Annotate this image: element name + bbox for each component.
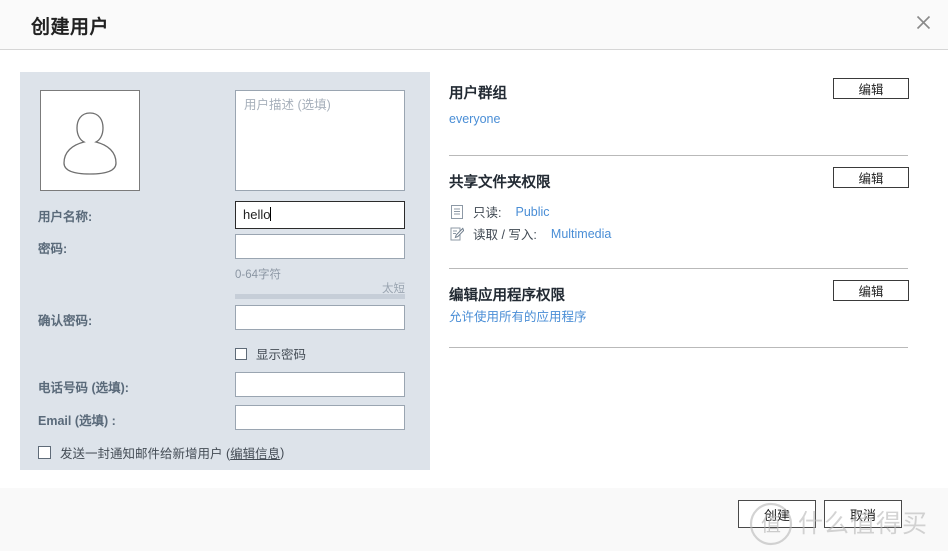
read-write-icon [449, 226, 464, 241]
section-divider-3 [449, 347, 908, 348]
section-title-user-group: 用户群组 [449, 86, 507, 102]
user-info-panel: 用户描述 (选填) 用户名称: hello 密码: 0-64字符 太短 确认密码… [20, 72, 430, 470]
user-description-input[interactable]: 用户描述 (选填) [235, 90, 405, 191]
footer-button-group: 创建 取消 [738, 488, 902, 551]
notify-mail-checkbox-row[interactable]: 发送一封通知邮件给新增用户 (编辑信息) [38, 443, 284, 462]
email-label: Email (选填) : [38, 414, 116, 428]
user-avatar-icon[interactable] [40, 90, 140, 191]
email-input[interactable] [235, 405, 405, 430]
section-divider-2 [449, 268, 908, 269]
edit-app-permission-button[interactable]: 编辑 [833, 280, 909, 301]
create-button[interactable]: 创建 [738, 500, 816, 528]
app-permission-link[interactable]: 允许使用所有的应用程序 [449, 306, 587, 325]
read-only-icon [449, 204, 464, 219]
notify-mail-checkbox[interactable] [38, 446, 51, 459]
edit-shared-folder-button[interactable]: 编辑 [833, 167, 909, 188]
password-hint: 0-64字符 [235, 269, 282, 281]
read-only-label: 只读: [473, 206, 502, 220]
confirm-password-input[interactable] [235, 305, 405, 330]
notify-mail-label-after: ) [280, 445, 285, 460]
edit-user-group-button[interactable]: 编辑 [833, 78, 909, 99]
username-value: hello [243, 207, 271, 222]
section-divider-1 [449, 155, 908, 156]
user-group-link-everyone[interactable]: everyone [449, 112, 500, 126]
username-label: 用户名称: [38, 210, 93, 224]
create-user-dialog: 创建用户 用户描述 (选填) 用户名称: hello 密码: 0-64字符 太短 [0, 0, 948, 551]
password-input[interactable] [235, 234, 405, 259]
read-write-value[interactable]: Multimedia [551, 227, 611, 241]
close-icon[interactable] [906, 5, 940, 39]
dialog-footer: 创建 取消 [0, 488, 948, 551]
phone-input[interactable] [235, 372, 405, 397]
edit-message-link[interactable]: 编辑信息 [230, 443, 280, 462]
password-label: 密码: [38, 242, 68, 256]
notify-mail-label: 发送一封通知邮件给新增用户 ( [60, 447, 231, 461]
text-caret [270, 207, 272, 221]
page-title: 创建用户 [31, 17, 110, 38]
username-input[interactable]: hello [235, 201, 405, 229]
read-only-value[interactable]: Public [515, 205, 549, 219]
show-password-label: 显示密码 [256, 348, 307, 362]
permission-row-read-only: 只读: Public [449, 202, 550, 221]
permissions-panel: 用户群组 编辑 everyone 共享文件夹权限 编辑 只读: Public 读… [449, 72, 909, 372]
dialog-titlebar: 创建用户 [0, 0, 948, 50]
show-password-checkbox-row[interactable]: 显示密码 [235, 344, 306, 363]
section-title-shared-folder: 共享文件夹权限 [449, 175, 551, 191]
read-write-label: 读取 / 写入: [473, 228, 537, 242]
section-title-app-permission: 编辑应用程序权限 [449, 288, 565, 304]
permission-row-read-write: 读取 / 写入: Multimedia [449, 224, 611, 243]
show-password-checkbox[interactable] [235, 347, 247, 360]
phone-label: 电话号码 (选填): [38, 381, 129, 395]
password-strength-bar [235, 294, 405, 299]
confirm-password-label: 确认密码: [38, 314, 93, 328]
cancel-button[interactable]: 取消 [824, 500, 902, 528]
